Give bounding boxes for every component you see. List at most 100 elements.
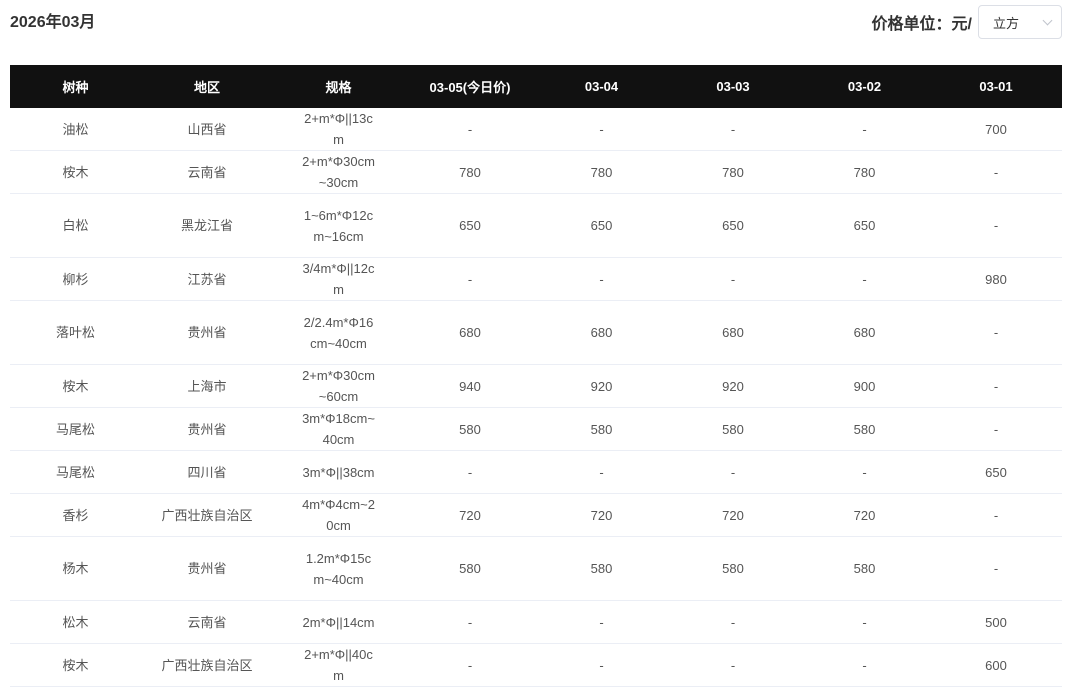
price-cell: - [930, 536, 1062, 601]
species-cell: 杨木 [10, 536, 141, 601]
table-row: 桉木 上海市 2+m*Φ30cm~60cm 940 920 920 900 - [10, 364, 1062, 408]
price-cell: - [799, 600, 930, 644]
price-cell: 920 [536, 364, 667, 408]
price-cell: 650 [930, 450, 1062, 494]
price-cell: 700 [930, 108, 1062, 151]
price-cell: - [667, 450, 799, 494]
price-cell: 580 [404, 407, 536, 451]
price-cell: - [404, 600, 536, 644]
region-cell: 贵州省 [141, 536, 273, 601]
price-cell: 580 [667, 407, 799, 451]
price-cell: 940 [404, 364, 536, 408]
price-cell: 650 [404, 193, 536, 258]
price-cell: 980 [930, 257, 1062, 301]
region-cell: 上海市 [141, 364, 273, 408]
species-cell: 白松 [10, 193, 141, 258]
region-cell: 四川省 [141, 450, 273, 494]
price-cell: 580 [536, 536, 667, 601]
chevron-down-icon [1042, 15, 1053, 25]
species-cell: 落叶松 [10, 300, 141, 365]
region-cell: 广西壮族自治区 [141, 493, 273, 537]
species-cell: 桉木 [10, 150, 141, 194]
spec-cell: 3m*Φ||38cm [273, 450, 404, 494]
spec-cell: 2+m*Φ30cm~60cm [273, 364, 404, 408]
species-cell: 松木 [10, 600, 141, 644]
price-unit-control: 价格单位：元/ 立方 [872, 5, 1062, 39]
region-cell: 黑龙江省 [141, 193, 273, 258]
price-cell: 680 [667, 300, 799, 365]
price-cell: - [536, 450, 667, 494]
table-row: 马尾松 贵州省 3m*Φ18cm~40cm 580 580 580 580 - [10, 407, 1062, 451]
table-header-row: 树种 地区 规格 03-05(今日价) 03-04 03-03 03-02 03… [10, 65, 1062, 108]
region-cell: 江苏省 [141, 257, 273, 301]
spec-cell: 1~6m*Φ12cm~16cm [273, 193, 404, 258]
price-cell: 900 [799, 364, 930, 408]
species-cell: 马尾松 [10, 407, 141, 451]
price-cell: - [404, 257, 536, 301]
region-cell: 广西壮族自治区 [141, 643, 273, 687]
price-cell: - [667, 643, 799, 687]
table-row: 落叶松 贵州省 2/2.4m*Φ16cm~40cm 680 680 680 68… [10, 300, 1062, 365]
spec-cell: 2/2.4m*Φ16cm~40cm [273, 300, 404, 365]
spec-cell: 2m*Φ||14cm [273, 600, 404, 644]
price-cell: - [404, 450, 536, 494]
price-cell: 580 [799, 536, 930, 601]
table-row: 柳杉 江苏省 3/4m*Φ||12cm - - - - 980 [10, 257, 1062, 301]
column-header: 03-04 [536, 65, 667, 108]
species-cell: 马尾松 [10, 450, 141, 494]
table-row: 香杉 广西壮族自治区 4m*Φ4cm~20cm 720 720 720 720 … [10, 493, 1062, 537]
table-row: 桉木 广西壮族自治区 2+m*Φ||40cm - - - - 600 [10, 643, 1062, 687]
species-cell: 桉木 [10, 643, 141, 687]
price-cell: - [536, 108, 667, 151]
price-cell: - [404, 643, 536, 687]
price-cell: 720 [667, 493, 799, 537]
price-cell: 780 [667, 150, 799, 194]
column-header: 规格 [273, 65, 404, 108]
price-cell: - [930, 193, 1062, 258]
species-cell: 桉木 [10, 364, 141, 408]
column-header: 03-03 [667, 65, 799, 108]
spec-cell: 3/4m*Φ||12cm [273, 257, 404, 301]
species-cell: 柳杉 [10, 257, 141, 301]
spec-cell: 1.2m*Φ15cm~40cm [273, 536, 404, 601]
price-unit-label: 价格单位：元/ [871, 16, 972, 33]
price-cell: 720 [536, 493, 667, 537]
column-header: 地区 [141, 65, 273, 108]
table-row: 马尾松 四川省 3m*Φ||38cm - - - - 650 [10, 450, 1062, 494]
price-cell: 780 [799, 150, 930, 194]
column-header: 03-01 [930, 65, 1062, 108]
price-cell: - [930, 364, 1062, 408]
region-cell: 贵州省 [141, 300, 273, 365]
price-cell: 780 [404, 150, 536, 194]
price-cell: - [404, 108, 536, 151]
table-row: 油松 山西省 2+m*Φ||13cm - - - - 700 [10, 108, 1062, 151]
species-cell: 油松 [10, 108, 141, 151]
column-header: 树种 [10, 65, 141, 108]
spec-cell: 4m*Φ4cm~20cm [273, 493, 404, 537]
table-row: 松木 云南省 2m*Φ||14cm - - - - 500 [10, 600, 1062, 644]
price-cell: 580 [667, 536, 799, 601]
price-cell: 680 [404, 300, 536, 365]
price-cell: 720 [404, 493, 536, 537]
price-cell: 650 [667, 193, 799, 258]
price-cell: 920 [667, 364, 799, 408]
price-cell: - [799, 643, 930, 687]
price-cell: 580 [404, 536, 536, 601]
unit-select-value: 立方 [993, 15, 1020, 31]
price-cell: - [536, 600, 667, 644]
price-cell: 680 [536, 300, 667, 365]
spec-cell: 2+m*Φ||40cm [273, 643, 404, 687]
table-row: 桉木 云南省 2+m*Φ30cm~30cm 780 780 780 780 - [10, 150, 1062, 194]
column-header: 03-05(今日价) [404, 65, 536, 108]
region-cell: 贵州省 [141, 407, 273, 451]
price-cell: - [667, 600, 799, 644]
price-cell: - [536, 643, 667, 687]
unit-select[interactable]: 立方 [978, 5, 1062, 39]
price-page: 2026年03月 价格单位：元/ 立方 树种 地区 规格 03-05(今日价) … [0, 0, 1080, 692]
price-cell: - [667, 257, 799, 301]
spec-cell: 2+m*Φ30cm~30cm [273, 150, 404, 194]
price-cell: - [799, 257, 930, 301]
price-table: 树种 地区 规格 03-05(今日价) 03-04 03-03 03-02 03… [10, 65, 1062, 687]
table-row: 白松 黑龙江省 1~6m*Φ12cm~16cm 650 650 650 650 … [10, 193, 1062, 258]
spec-cell: 2+m*Φ||13cm [273, 108, 404, 151]
